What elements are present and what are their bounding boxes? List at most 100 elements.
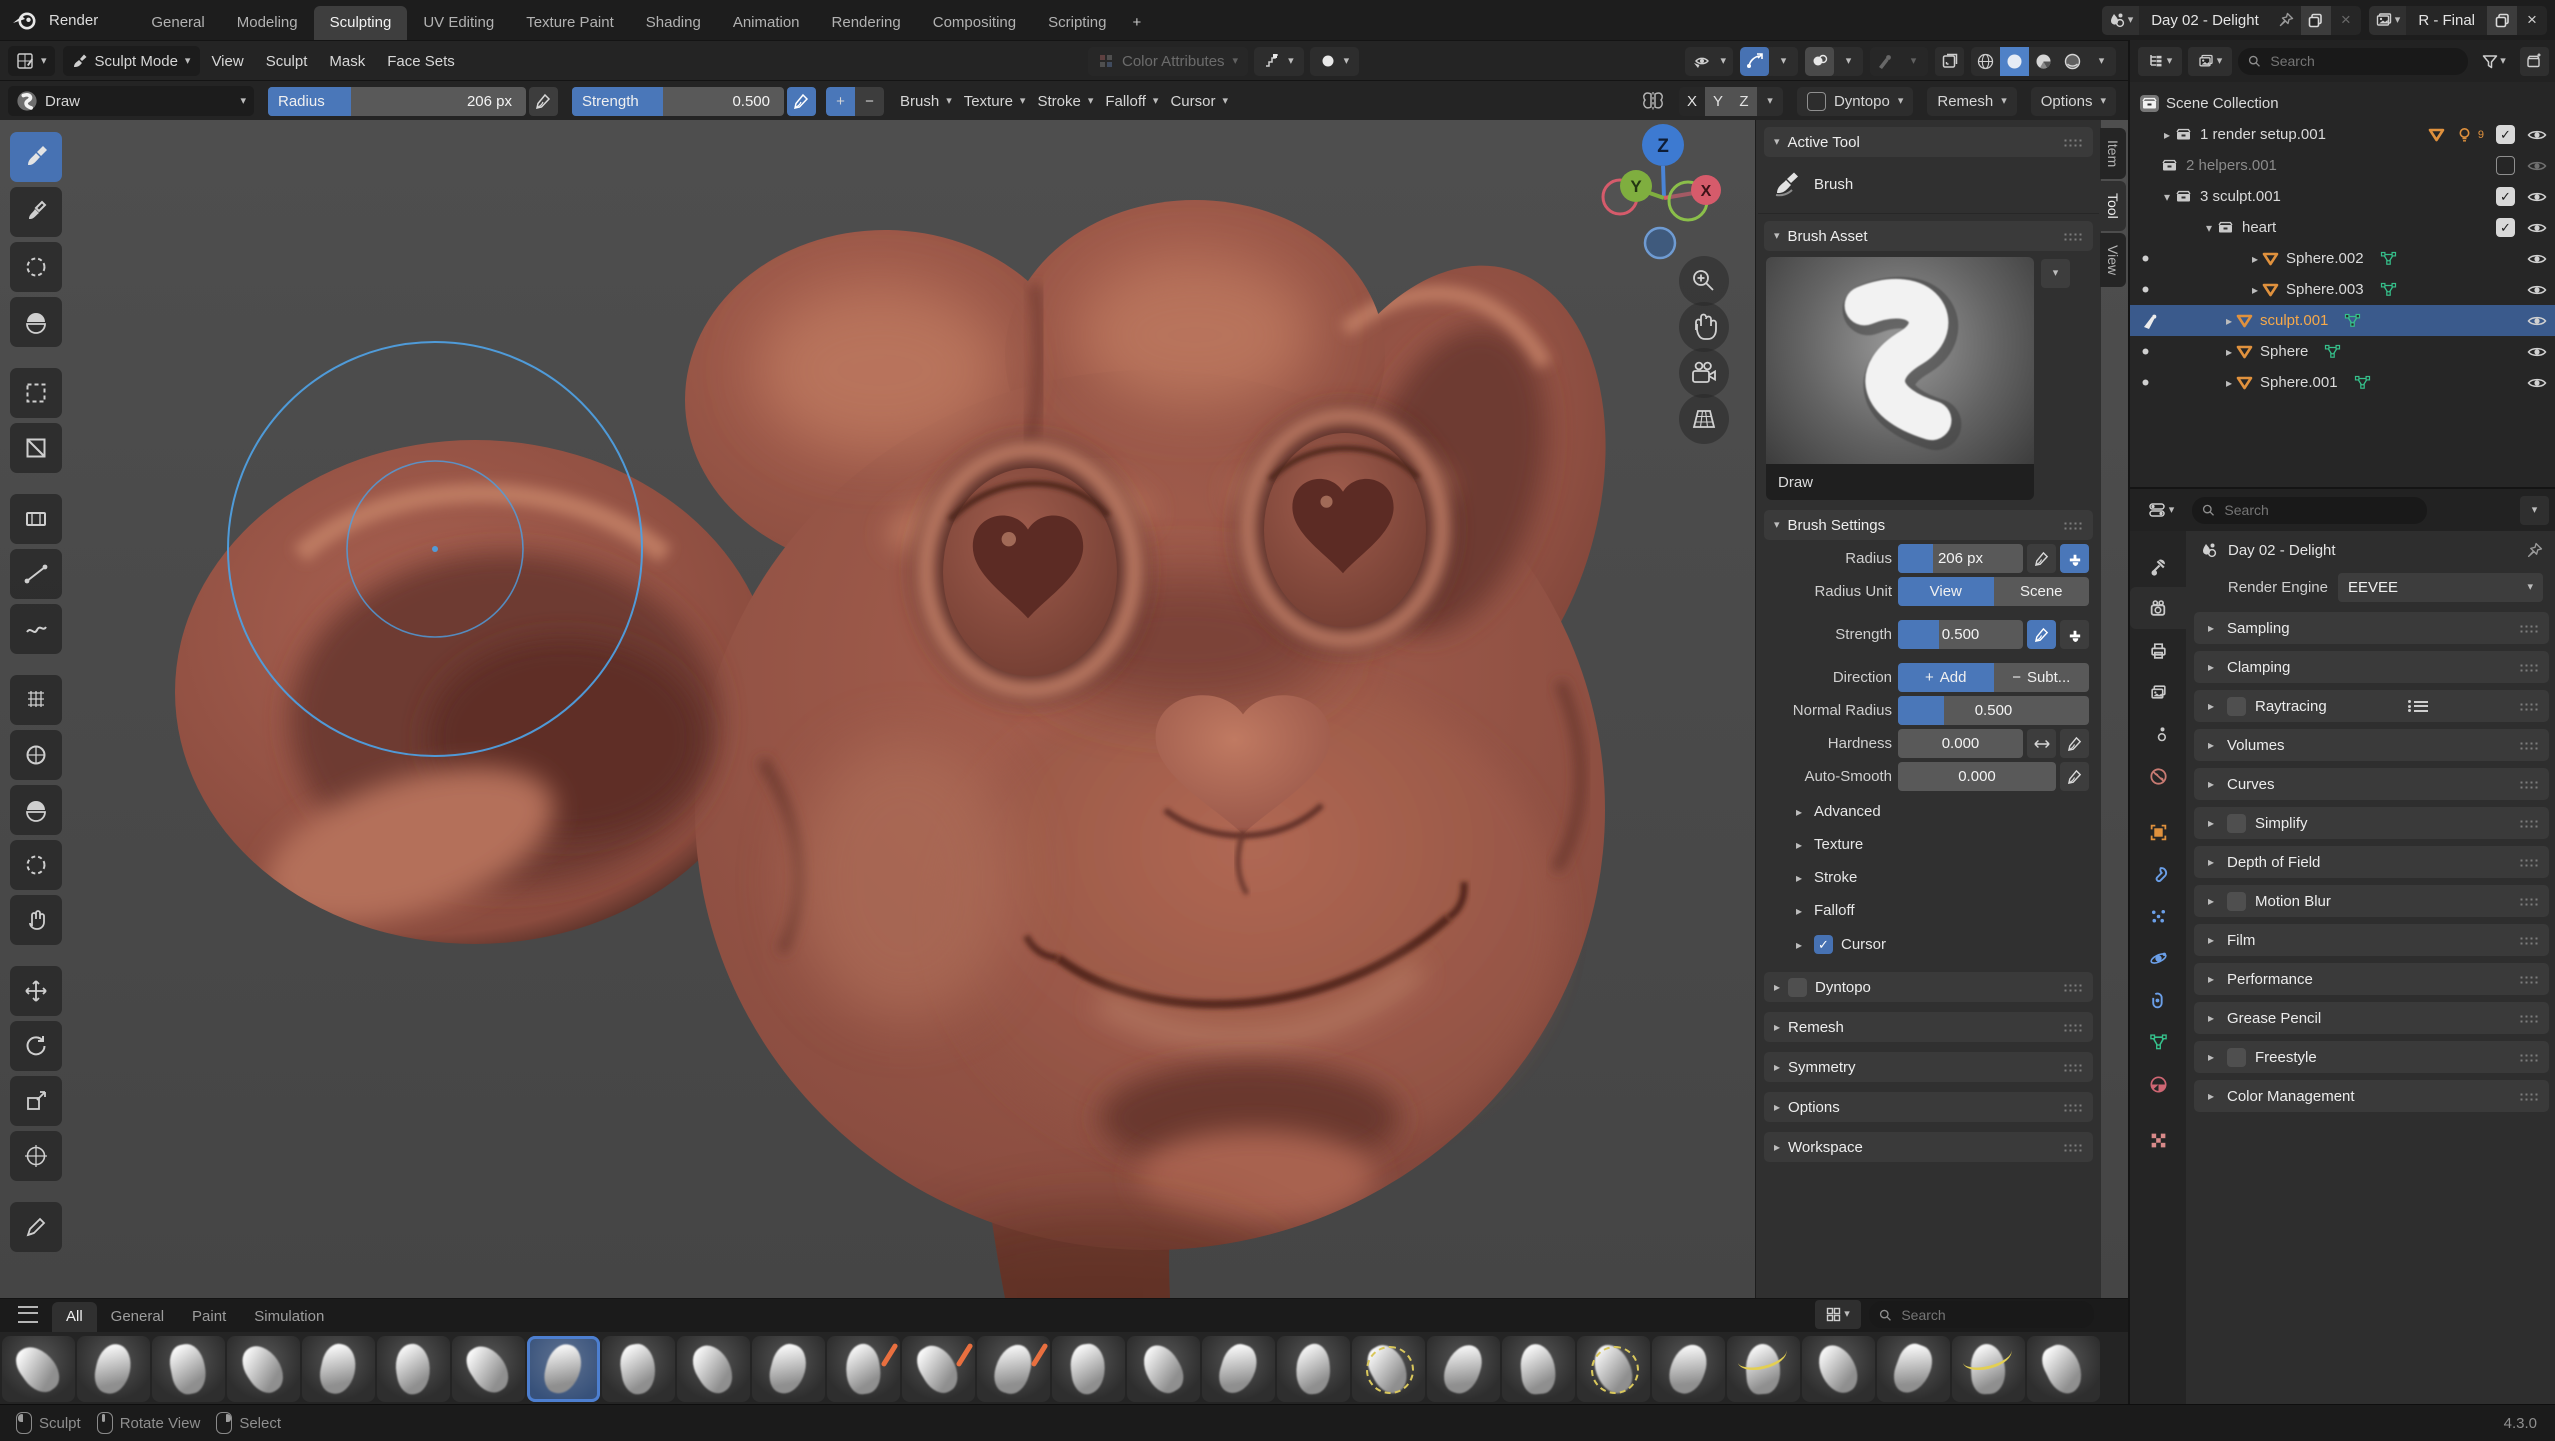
hardness-slider[interactable]: 0.000 — [1898, 729, 2023, 758]
viewport-menu-sculpt[interactable]: Sculpt — [255, 53, 319, 70]
overlays-dropdown[interactable]: ▾ — [1834, 47, 1863, 76]
dropdown-brush[interactable]: Brush▾ — [900, 93, 952, 110]
section-grip[interactable] — [2519, 1092, 2539, 1101]
radius-pressure-button[interactable] — [2027, 544, 2056, 573]
outliner-item-label[interactable]: sculpt.001 — [2260, 312, 2328, 329]
mirror-dropdown[interactable]: ▾ — [1757, 87, 1783, 116]
shelf-tab-general[interactable]: General — [97, 1302, 178, 1332]
workspace-tab-compositing[interactable]: Compositing — [917, 6, 1032, 40]
properties-tab-output[interactable] — [2130, 629, 2186, 671]
properties-tab-object[interactable] — [2130, 811, 2186, 853]
view-layer-browse-button[interactable]: ▾ — [2369, 6, 2407, 35]
hardness-invert-button[interactable] — [2027, 729, 2056, 758]
section-checkbox[interactable] — [2227, 892, 2246, 911]
outliner-row-scene-collection[interactable]: Scene Collection — [2130, 88, 2555, 119]
face-set-edit-tool[interactable] — [10, 785, 62, 835]
brush-asset-thumbnail-22[interactable] — [1577, 1336, 1650, 1402]
dropdown-texture[interactable]: Texture▾ — [964, 93, 1026, 110]
brush-asset-thumbnail-18[interactable] — [1277, 1336, 1350, 1402]
remove-view-layer-button[interactable]: × — [2517, 6, 2547, 35]
section-color-management[interactable]: ▸Color Management — [2194, 1080, 2549, 1112]
expand-toggle[interactable]: ▾ — [2160, 190, 2174, 204]
menu-icon[interactable] — [18, 1306, 38, 1323]
outliner-filter-id-dropdown[interactable]: ▾ — [2188, 47, 2232, 76]
section-grip[interactable] — [2519, 975, 2539, 984]
properties-tab-physics[interactable] — [2130, 937, 2186, 979]
brush-asset-thumbnail-16[interactable] — [1127, 1336, 1200, 1402]
shading-rendered-button[interactable] — [2058, 47, 2087, 76]
color-filter-tool[interactable] — [10, 730, 62, 780]
workspace-tab-rendering[interactable]: Rendering — [816, 6, 917, 40]
panel-workspace-header[interactable]: ▸Workspace — [1764, 1132, 2093, 1162]
render-region-icon[interactable] — [1935, 47, 1964, 76]
overlays-toggle[interactable] — [1805, 47, 1834, 76]
outliner-filter-dropdown[interactable]: ▾ — [2474, 47, 2514, 76]
box-mask-tool[interactable] — [10, 368, 62, 418]
outliner-item-label[interactable]: heart — [2242, 219, 2276, 236]
editor-type-button[interactable]: ▾ — [8, 46, 55, 76]
strength-pressure-button[interactable] — [2027, 620, 2056, 649]
section-curves[interactable]: ▸Curves — [2194, 768, 2549, 800]
section-grip[interactable] — [2519, 624, 2539, 633]
render-engine-dropdown[interactable]: EEVEE ▾ — [2338, 573, 2543, 602]
scene-browse-button[interactable]: ▾ — [2102, 6, 2140, 35]
brush-asset-thumbnail-24[interactable] — [1727, 1336, 1800, 1402]
workspace-tab-animation[interactable]: Animation — [717, 6, 816, 40]
gizmos-dropdown[interactable]: ▾ — [1769, 47, 1798, 76]
pin-icon[interactable] — [2271, 6, 2301, 35]
section-grip[interactable] — [2519, 897, 2539, 906]
workspace-tab-modeling[interactable]: Modeling — [221, 6, 314, 40]
shading-solid-button[interactable] — [2000, 47, 2029, 76]
section-checkbox[interactable] — [2227, 697, 2246, 716]
expand-toggle[interactable]: ▸ — [2222, 376, 2236, 390]
breadcrumb-scene-name[interactable]: Day 02 - Delight — [2228, 542, 2336, 559]
properties-tab-material[interactable] — [2130, 1063, 2186, 1105]
transform-tool[interactable] — [10, 1131, 62, 1181]
brush-asset-thumbnail-4[interactable] — [227, 1336, 300, 1402]
scale-tool[interactable] — [10, 1076, 62, 1126]
draw-face-sets-tool[interactable] — [10, 297, 62, 347]
brush-asset-thumbnail-23[interactable] — [1652, 1336, 1725, 1402]
display-mode-dropdown[interactable]: ▾ — [1815, 1300, 1861, 1329]
expand-toggle[interactable]: ▸ — [2222, 345, 2236, 359]
sidebar-tab-tool[interactable]: Tool — [2100, 181, 2126, 231]
new-collection-button[interactable] — [2520, 47, 2549, 76]
outliner-search[interactable] — [2238, 48, 2468, 75]
expand-toggle[interactable]: ▸ — [2222, 314, 2236, 328]
direction-subtract-button[interactable]: − — [855, 87, 884, 116]
brush-asset-thumbnail-7[interactable] — [452, 1336, 525, 1402]
new-view-layer-button[interactable] — [2487, 6, 2517, 35]
outliner-item-label[interactable]: Sphere — [2260, 343, 2308, 360]
brush-asset-thumbnail-26[interactable] — [1877, 1336, 1950, 1402]
cloth-filter-tool[interactable] — [10, 675, 62, 725]
section-grip[interactable] — [2519, 702, 2539, 711]
section-grip[interactable] — [2519, 1053, 2539, 1062]
view-layer-name[interactable]: R - Final — [2406, 12, 2487, 29]
3d-viewport[interactable]: Y X Z ▾Active Tool Brush — [0, 120, 2128, 1298]
outliner-item-label[interactable]: 2 helpers.001 — [2186, 157, 2277, 174]
strength-slider[interactable]: 0.500 — [1898, 620, 2023, 649]
viewport-menu-mask[interactable]: Mask — [318, 53, 376, 70]
brush-asset-preview[interactable]: Draw ▾ — [1766, 257, 2034, 500]
brush-selector-dropdown[interactable]: Draw ▾ — [8, 86, 254, 116]
sidebar-tab-item[interactable]: Item — [2100, 128, 2126, 179]
outliner-row-sphere-001[interactable]: ▸Sphere.001 — [2130, 367, 2555, 398]
dropdown-cursor[interactable]: Cursor▾ — [1170, 93, 1228, 110]
grab-tool[interactable] — [10, 895, 62, 945]
subsection-texture[interactable]: ▸Texture — [1756, 828, 2101, 861]
properties-tab-modifiers[interactable] — [2130, 853, 2186, 895]
mirror-x-toggle[interactable]: X — [1679, 87, 1705, 116]
section-performance[interactable]: ▸Performance — [2194, 963, 2549, 995]
exclude-checkbox[interactable]: ✓ — [2496, 218, 2515, 237]
shelf-tab-all[interactable]: All — [52, 1302, 97, 1332]
properties-tab-tool[interactable] — [2130, 545, 2186, 587]
properties-tab-object-data[interactable] — [2130, 1021, 2186, 1063]
expand-toggle[interactable]: ▸ — [2248, 283, 2262, 297]
visibility-eye-icon[interactable] — [2527, 190, 2547, 204]
workspace-tab-sculpting[interactable]: Sculpting — [314, 6, 408, 40]
workspace-tab-shading[interactable]: Shading — [630, 6, 717, 40]
shelf-tab-simulation[interactable]: Simulation — [240, 1302, 338, 1332]
panel-grip[interactable] — [2063, 521, 2083, 530]
direction-option-add[interactable]: +Add — [1898, 663, 1994, 692]
sidebar-tab-view[interactable]: View — [2100, 233, 2126, 287]
